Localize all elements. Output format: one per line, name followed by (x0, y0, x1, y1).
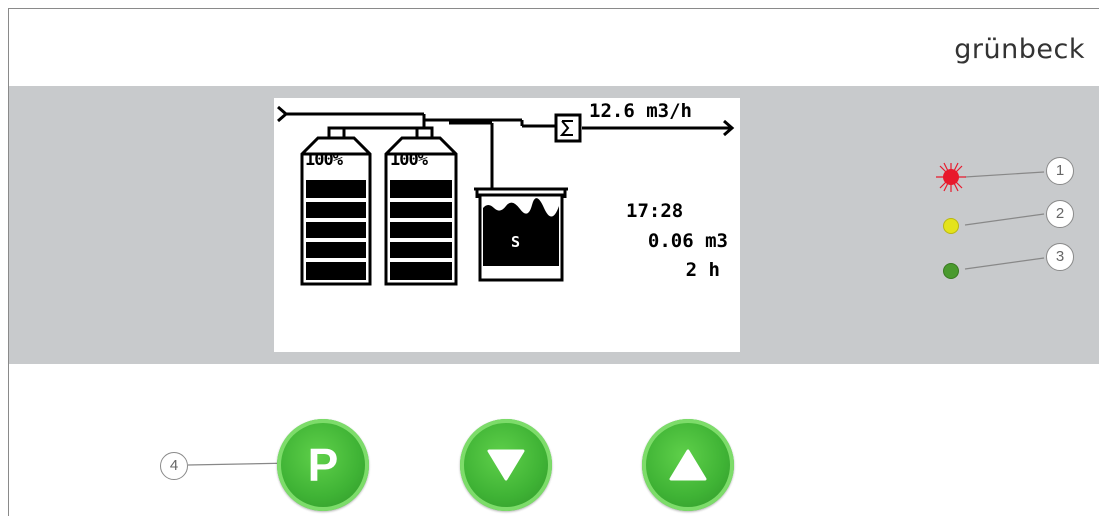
lcd-display: 12.6 m3/h 100% 100% S 17:28 0.06 m3 2 h (274, 98, 740, 352)
program-button-label: P (307, 439, 339, 491)
callout-2: 2 (1046, 200, 1074, 228)
brand-logo: grünbeck (954, 34, 1085, 65)
callout-1: 1 (1046, 157, 1074, 185)
brine-tank (474, 187, 568, 282)
triangle-down-icon (487, 449, 525, 481)
tank2-fill-percent: 100% (390, 150, 428, 170)
triangle-up-icon (669, 449, 707, 481)
frame-top-line (8, 8, 1099, 9)
callout-3: 3 (1046, 243, 1074, 271)
tank1-fill-percent: 100% (305, 150, 343, 170)
up-button[interactable] (642, 419, 734, 511)
down-button[interactable] (460, 419, 552, 511)
hours-readout: 2 h (685, 259, 720, 281)
brine-tank-label: S (511, 233, 521, 251)
time-readout: 17:28 (626, 200, 684, 222)
green-led-indicator (943, 263, 959, 279)
yellow-led-indicator (943, 218, 959, 234)
system-diagram (277, 105, 735, 286)
callout-4: 4 (160, 452, 188, 480)
volume-readout: 0.06 m3 (647, 230, 728, 252)
flow-rate-readout: 12.6 m3/h (589, 100, 692, 122)
program-button[interactable]: P (277, 419, 369, 511)
red-led-indicator (943, 169, 959, 185)
